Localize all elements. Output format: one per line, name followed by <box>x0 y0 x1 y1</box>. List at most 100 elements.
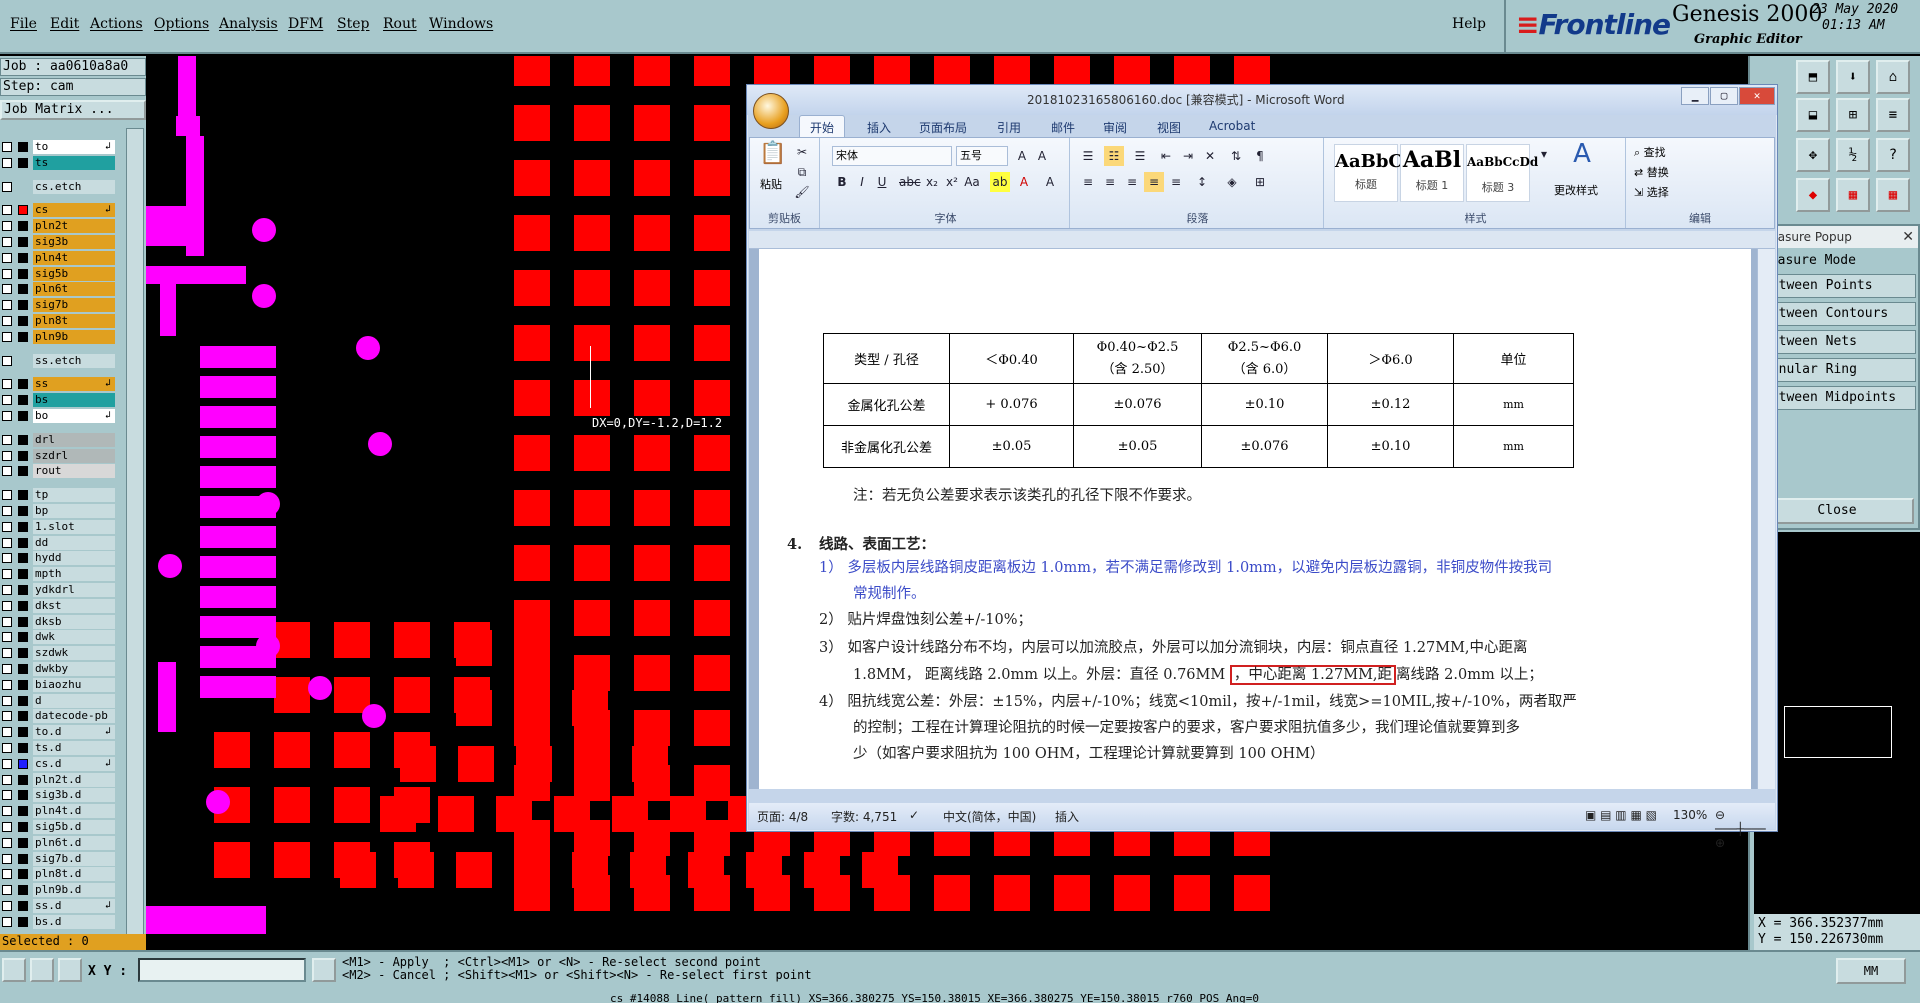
menu-step[interactable]: Step <box>337 16 369 32</box>
layer-checkbox[interactable] <box>2 331 12 342</box>
styles-scroll-icon[interactable]: ▾ <box>1534 144 1554 202</box>
close-window-icon[interactable]: ✕ <box>1739 87 1775 105</box>
layer-color-swatch[interactable] <box>18 774 28 785</box>
layer-checkbox[interactable] <box>2 221 12 232</box>
select-button[interactable]: ⇲ 选择 <box>1634 184 1669 200</box>
layer-color-swatch[interactable] <box>18 711 28 722</box>
layer-color-swatch[interactable] <box>18 379 28 390</box>
bold-icon[interactable]: B <box>832 172 852 192</box>
layer-checkbox[interactable] <box>2 395 12 406</box>
menu-rout[interactable]: Rout <box>383 16 417 32</box>
layer-row[interactable]: pln6t.d <box>0 835 118 850</box>
layer-row[interactable]: pln2t <box>0 219 118 234</box>
tool-button-2[interactable]: ⬇ <box>1836 60 1870 94</box>
tool-button-1[interactable]: ⬒ <box>1796 60 1830 94</box>
layer-checkbox[interactable] <box>2 648 12 659</box>
layer-color-swatch[interactable] <box>18 695 28 706</box>
layer-color-swatch[interactable] <box>18 869 28 880</box>
layer-color-swatch[interactable] <box>18 569 28 580</box>
zoom-tool-icon[interactable] <box>2 958 26 982</box>
minimize-icon[interactable]: ▁ <box>1681 87 1709 105</box>
layer-color-swatch[interactable] <box>18 450 28 461</box>
maximize-icon[interactable]: ▢ <box>1710 87 1738 105</box>
layer-row[interactable]: pln2t.d <box>0 772 118 787</box>
layer-checkbox[interactable] <box>2 569 12 580</box>
tool-button-11[interactable]: ▦ <box>1836 178 1870 212</box>
layer-row[interactable]: bo ↲ <box>0 409 118 423</box>
layer-color-swatch[interactable] <box>18 648 28 659</box>
tool-button-7[interactable]: ✥ <box>1796 138 1830 172</box>
units-button[interactable]: MM <box>1836 958 1906 984</box>
layer-row[interactable]: biaozhu <box>0 677 118 692</box>
layer-color-swatch[interactable] <box>18 743 28 753</box>
layer-checkbox[interactable] <box>2 506 12 516</box>
borders-icon[interactable]: ⊞ <box>1250 172 1270 192</box>
layer-checkbox[interactable] <box>2 466 12 477</box>
measure-close-button[interactable]: Close <box>1760 498 1914 524</box>
layer-color-swatch[interactable] <box>18 916 28 927</box>
measure-annular-ring[interactable]: Annular Ring <box>1758 358 1916 382</box>
layer-row[interactable]: pln9b.d <box>0 883 118 898</box>
layer-row[interactable]: rout <box>0 464 118 479</box>
tab-page-layout[interactable]: 页面布局 <box>919 119 967 136</box>
layer-checkbox[interactable] <box>2 632 12 643</box>
layer-color-swatch[interactable] <box>18 837 28 848</box>
layer-color-swatch[interactable] <box>18 521 28 532</box>
align-right-icon[interactable]: ≡ <box>1122 172 1142 192</box>
layer-color-swatch[interactable] <box>18 157 28 168</box>
layer-color-swatch[interactable] <box>18 600 28 611</box>
chinese-layout-icon[interactable]: ✕ <box>1200 146 1220 166</box>
document-scrollbar[interactable] <box>1757 249 1775 789</box>
layer-color-swatch[interactable] <box>18 727 28 738</box>
sort-icon[interactable]: ⇅ <box>1226 146 1246 166</box>
measure-between-nets[interactable]: Between Nets <box>1758 330 1916 354</box>
layer-row[interactable]: bs.d <box>0 914 118 929</box>
menu-windows[interactable]: Windows <box>429 16 493 32</box>
align-center-icon[interactable]: ≡ <box>1100 172 1120 192</box>
layer-checkbox[interactable] <box>2 450 12 461</box>
numbering-icon[interactable]: ☷ <box>1104 146 1124 166</box>
measure-between-contours[interactable]: Between Contours <box>1758 302 1916 326</box>
layer-color-swatch[interactable] <box>18 466 28 477</box>
layer-color-swatch[interactable] <box>18 790 28 801</box>
layer-color-swatch[interactable] <box>18 142 28 152</box>
layer-row[interactable]: ts <box>0 155 118 170</box>
spellcheck-icon[interactable]: ✓ <box>909 808 919 822</box>
layer-row[interactable]: dwk <box>0 630 118 645</box>
layer-checkbox[interactable] <box>2 679 12 690</box>
layer-checkbox[interactable] <box>2 806 12 817</box>
layer-checkbox[interactable] <box>2 434 12 445</box>
decrease-indent-icon[interactable]: ⇤ <box>1156 146 1176 166</box>
align-left-icon[interactable]: ≡ <box>1078 172 1098 192</box>
layer-row[interactable]: ydkdrl <box>0 583 118 597</box>
layer-checkbox[interactable] <box>2 853 12 864</box>
layer-checkbox[interactable] <box>2 616 12 627</box>
copy-icon[interactable]: ⧉ <box>792 162 812 182</box>
style-heading-1[interactable]: AaBl 标题 1 <box>1400 144 1464 202</box>
layer-color-swatch[interactable] <box>18 284 28 295</box>
layer-row[interactable]: sig5b.d <box>0 820 118 834</box>
layer-scrollbar[interactable] <box>126 128 144 988</box>
font-name-select[interactable]: 宋体 <box>832 146 952 166</box>
layer-checkbox[interactable] <box>2 521 12 532</box>
tool-button-12[interactable]: ▦ <box>1876 178 1910 212</box>
layer-checkbox[interactable] <box>2 355 12 366</box>
shading-icon[interactable]: ◈ <box>1222 172 1242 192</box>
underline-icon[interactable]: U <box>872 172 892 192</box>
layer-color-swatch[interactable] <box>18 316 28 326</box>
layer-row[interactable]: bp <box>0 504 118 518</box>
layer-color-swatch[interactable] <box>18 553 28 564</box>
layer-checkbox[interactable] <box>2 268 12 279</box>
menu-file[interactable]: File <box>10 16 37 32</box>
layer-row[interactable]: szdrl <box>0 448 118 463</box>
layer-checkbox[interactable] <box>2 553 12 564</box>
layer-checkbox[interactable] <box>2 237 12 247</box>
justify-icon[interactable]: ≡ <box>1144 172 1164 192</box>
menu-actions[interactable]: Actions <box>90 16 143 32</box>
layer-row[interactable]: 1.slot <box>0 519 118 534</box>
tool-button-4[interactable]: ⬓ <box>1796 98 1830 132</box>
layer-checkbox[interactable] <box>2 869 12 880</box>
tool-button-3[interactable]: ⌂ <box>1876 60 1910 94</box>
layer-row[interactable]: pln8t.d <box>0 867 118 882</box>
layer-row[interactable]: hydd <box>0 551 118 566</box>
